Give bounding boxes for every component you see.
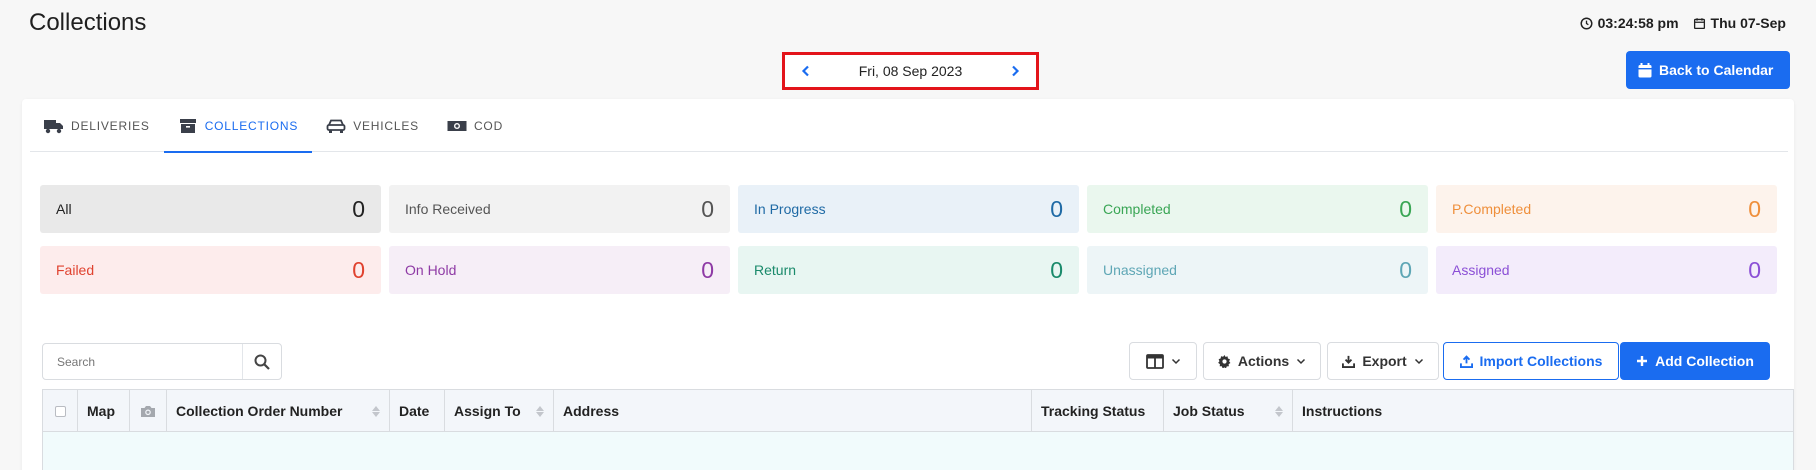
export-label: Export bbox=[1362, 353, 1407, 369]
calendar-icon bbox=[1638, 62, 1652, 77]
truck-icon bbox=[44, 119, 63, 133]
back-to-calendar-label: Back to Calendar bbox=[1659, 62, 1774, 78]
archive-icon bbox=[179, 118, 196, 133]
tab-collections-label: COLLECTIONS bbox=[204, 118, 299, 133]
search-input[interactable] bbox=[43, 344, 243, 379]
current-time: 03:24:58 pm bbox=[1597, 15, 1679, 31]
status-tile-on-hold[interactable]: On Hold 0 bbox=[389, 246, 730, 294]
tab-deliveries[interactable]: DELIVERIES bbox=[30, 99, 164, 152]
status-tile-in-progress[interactable]: In Progress 0 bbox=[738, 185, 1079, 233]
download-icon bbox=[1342, 355, 1356, 368]
tab-bar: DELIVERIES COLLECTIONS VEHICLES COD bbox=[30, 99, 1788, 153]
clock-icon bbox=[1580, 16, 1593, 30]
actions-label: Actions bbox=[1237, 353, 1290, 369]
status-tile-failed[interactable]: Failed 0 bbox=[40, 246, 381, 294]
status-tile-unassigned[interactable]: Unassigned 0 bbox=[1087, 246, 1428, 294]
status-tile-all[interactable]: All 0 bbox=[40, 185, 381, 233]
tab-vehicles[interactable]: VEHICLES bbox=[312, 99, 433, 152]
chevron-down-icon bbox=[1414, 358, 1423, 364]
table-body bbox=[43, 432, 1793, 470]
status-tile-return[interactable]: Return 0 bbox=[738, 246, 1079, 294]
collections-table: Map Collection Order Number Date Assign … bbox=[42, 389, 1794, 470]
sort-icon bbox=[372, 405, 380, 417]
column-header-instructions[interactable]: Instructions bbox=[1293, 390, 1773, 432]
column-header-job-status[interactable]: Job Status bbox=[1164, 390, 1293, 432]
status-tiles: All 0 Info Received 0 In Progress 0 Complet… bbox=[40, 185, 1777, 294]
date-navigator: Fri, 08 Sep 2023 bbox=[782, 52, 1039, 90]
columns-toggle-button[interactable] bbox=[1129, 342, 1197, 380]
tab-deliveries-label: DELIVERIES bbox=[71, 118, 150, 133]
tab-vehicles-label: VEHICLES bbox=[353, 118, 419, 133]
search-box bbox=[42, 343, 282, 380]
chevron-left-icon[interactable] bbox=[797, 62, 815, 80]
time-display: 03:24:58 pm bbox=[1580, 15, 1679, 31]
add-collection-label: Add Collection bbox=[1655, 353, 1754, 369]
tab-collections[interactable]: COLLECTIONS bbox=[163, 99, 313, 153]
chevron-down-icon bbox=[1171, 358, 1180, 364]
status-tile-assigned[interactable]: Assigned 0 bbox=[1436, 246, 1777, 294]
gear-icon bbox=[1217, 354, 1231, 368]
tab-cod-label: COD bbox=[473, 118, 504, 133]
column-header-photo bbox=[130, 390, 167, 432]
upload-icon bbox=[1459, 354, 1473, 368]
column-header-date[interactable]: Date bbox=[390, 390, 445, 432]
tab-cod[interactable]: COD bbox=[433, 99, 517, 152]
search-icon[interactable] bbox=[243, 344, 281, 379]
plus-icon bbox=[1637, 356, 1648, 366]
camera-icon bbox=[141, 405, 155, 417]
sort-icon bbox=[1275, 405, 1283, 417]
date-display: Thu 07-Sep bbox=[1693, 15, 1786, 31]
column-header-collection-order-number[interactable]: Collection Order Number bbox=[167, 390, 390, 432]
status-tile-completed[interactable]: Completed 0 bbox=[1087, 185, 1428, 233]
sort-icon bbox=[536, 405, 544, 417]
select-all-checkbox[interactable] bbox=[54, 405, 66, 417]
select-all-cell bbox=[43, 390, 78, 432]
import-collections-button[interactable]: Import Collections bbox=[1443, 342, 1619, 380]
table-header: Map Collection Order Number Date Assign … bbox=[43, 390, 1793, 432]
column-header-assign-to[interactable]: Assign To bbox=[445, 390, 554, 432]
export-button[interactable]: Export bbox=[1327, 342, 1439, 380]
collections-card: DELIVERIES COLLECTIONS VEHICLES COD All 0… bbox=[22, 99, 1794, 470]
current-date: Thu 07-Sep bbox=[1710, 15, 1786, 31]
column-header-map[interactable]: Map bbox=[78, 390, 130, 432]
chevron-right-icon[interactable] bbox=[1006, 62, 1024, 80]
car-icon bbox=[326, 119, 346, 133]
back-to-calendar-button[interactable]: Back to Calendar bbox=[1626, 51, 1790, 89]
status-tile-p-completed[interactable]: P.Completed 0 bbox=[1436, 185, 1777, 233]
money-icon bbox=[447, 120, 467, 131]
columns-icon bbox=[1145, 353, 1164, 369]
import-collections-label: Import Collections bbox=[1479, 353, 1603, 369]
selected-date: Fri, 08 Sep 2023 bbox=[858, 63, 963, 79]
calendar-icon bbox=[1693, 17, 1705, 29]
status-tile-info-received[interactable]: Info Received 0 bbox=[389, 185, 730, 233]
page-title: Collections bbox=[29, 9, 147, 36]
actions-button[interactable]: Actions bbox=[1203, 342, 1321, 380]
column-header-tracking-status[interactable]: Tracking Status bbox=[1032, 390, 1164, 432]
chevron-down-icon bbox=[1297, 358, 1306, 364]
column-header-address[interactable]: Address bbox=[554, 390, 1032, 432]
add-collection-button[interactable]: Add Collection bbox=[1620, 342, 1770, 380]
header-clock: 03:24:58 pm Thu 07-Sep bbox=[1580, 15, 1786, 31]
